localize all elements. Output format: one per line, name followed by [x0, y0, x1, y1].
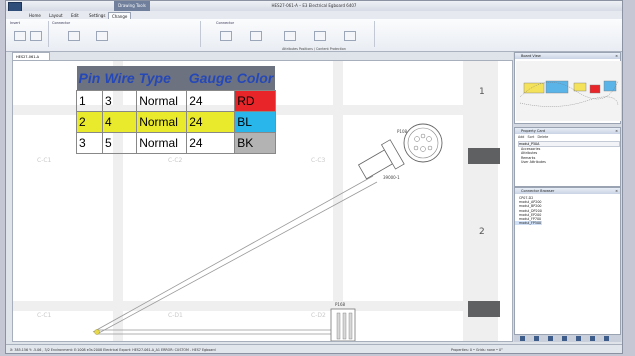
wire-tool-button[interactable]: [250, 31, 262, 41]
add-button[interactable]: Add: [518, 135, 524, 139]
close-icon[interactable]: ×: [615, 188, 618, 194]
align-tool-button[interactable]: [220, 31, 232, 41]
tab-edit[interactable]: Edit: [68, 12, 82, 19]
pin-table-header: Pin Wire Type Gauge Color: [76, 66, 276, 91]
play-icon[interactable]: [520, 336, 525, 341]
drawing-canvas[interactable]: C-C1 C-C2 C-C3 C-C1 C-D1 C-D2 1 2 P108 3…: [12, 60, 513, 342]
connector-tool-button[interactable]: [68, 31, 80, 41]
tab-layout[interactable]: Layout: [46, 12, 66, 19]
close-icon[interactable]: ×: [615, 128, 618, 134]
board-view-title: Board View ×: [515, 53, 620, 59]
label-p168: P168: [335, 302, 346, 307]
right-dock: Board View × Property Card × Add Sort Dele…: [513, 52, 622, 342]
document-tab[interactable]: HES27-061-A: [12, 52, 50, 60]
status-bar: X: 385.156 Y: -5.06 , 3/2 Environment: E…: [6, 344, 622, 353]
zoom-icon[interactable]: [534, 336, 539, 341]
ribbon-tab-bar: Home Layout Edit Settings Change: [6, 11, 622, 20]
insert-button[interactable]: [14, 31, 26, 41]
window-title: HES27-061-A – E3 Electrical Egboard 6407: [271, 3, 357, 8]
connector-tool-button-2[interactable]: [96, 31, 108, 41]
route-tool-button[interactable]: [284, 31, 296, 41]
splice-tool-button[interactable]: [344, 31, 356, 41]
ribbon-group-connector-2: Connector: [214, 21, 375, 47]
ribbon-group-insert: Insert: [8, 21, 49, 47]
settings-icon[interactable]: [30, 31, 42, 41]
app-window: Drawing Tools HES27-061-A – E3 Electrica…: [5, 0, 623, 354]
board-thumbnail[interactable]: [516, 61, 621, 121]
layers-icon[interactable]: [590, 336, 595, 341]
status-text: X: 385.156 Y: -5.06 , 3/2 Environment: E…: [10, 348, 216, 352]
table-row: 2 4 Normal 24 BL: [76, 111, 276, 133]
tab-settings[interactable]: Settings: [86, 12, 108, 19]
property-toolbar: Add Sort Delete: [518, 135, 548, 139]
ribbon: Insert Connector Connector Attributes Po…: [6, 19, 622, 52]
connector-list: CP07-D2 modul_AP200 modul_BP200 modul_DP…: [515, 196, 542, 226]
list-item-selected[interactable]: modul_FP500: [515, 221, 542, 226]
board-view-panel: Board View ×: [514, 52, 621, 124]
attribute-strip: Attributes Positions / Content Protectio…: [282, 47, 346, 51]
label-p108: P108: [397, 129, 408, 134]
label-part: 39000-1: [383, 175, 400, 180]
connector-p168: [330, 308, 356, 341]
dock-toolbar: [514, 335, 621, 342]
status-properties: Properties: 0 • Grids: none • 0°: [451, 348, 503, 352]
close-icon[interactable]: ×: [615, 53, 618, 59]
bundle-tool-button[interactable]: [314, 31, 326, 41]
property-card-title: Property Card ×: [515, 128, 620, 134]
property-card-panel: Property Card × Add Sort Delete modul_P50…: [514, 127, 621, 187]
sort-button[interactable]: Sort: [528, 135, 535, 139]
pan-icon[interactable]: [548, 336, 553, 341]
connector-browser-title: Connector Browser ×: [515, 188, 620, 194]
delete-button[interactable]: Delete: [537, 135, 548, 139]
settings-icon[interactable]: [604, 336, 609, 341]
connector-browser-panel: Connector Browser × CP07-D2 modul_AP200 m…: [514, 187, 621, 335]
table-row: 3 5 Normal 24 BK: [76, 132, 276, 154]
property-list: Accessories Attributes Remarks User Attr…: [521, 147, 546, 165]
fit-icon[interactable]: [562, 336, 567, 341]
pin-table: Pin Wire Type Gauge Color 1 3 Normal 24 …: [76, 66, 276, 154]
list-item[interactable]: modul_BP200: [515, 204, 542, 208]
ribbon-group-connector: Connector: [50, 21, 201, 47]
tab-home[interactable]: Home: [26, 12, 44, 19]
grid-icon[interactable]: [576, 336, 581, 341]
property-row[interactable]: User Attributes: [521, 160, 546, 164]
table-row: 1 3 Normal 24 RD: [76, 90, 276, 112]
